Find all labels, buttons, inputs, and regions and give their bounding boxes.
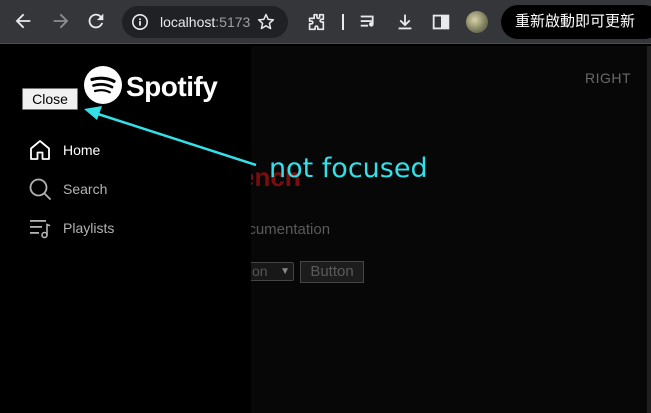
spotify-logo-icon — [84, 66, 122, 104]
right-panel-label: RIGHT — [585, 70, 632, 86]
sidebar-item-label: Home — [63, 142, 101, 158]
toolbar-separator — [342, 14, 344, 30]
relaunch-update-button[interactable]: 重新啟動即可更新 — [501, 5, 651, 39]
side-panel-icon[interactable] — [430, 11, 452, 33]
documentation-link[interactable]: ocumentation — [240, 221, 330, 238]
url-host: localhost — [160, 14, 216, 30]
browser-toolbar: localhost:5173 重新啟動即可更新 — [0, 0, 651, 44]
sidebar-drawer: Spotify Close Home Search Playlists — [2, 46, 251, 413]
close-button[interactable]: Close — [22, 88, 78, 110]
page-button[interactable]: Button — [300, 261, 364, 283]
annotation-label: not focused — [269, 153, 428, 184]
reload-icon[interactable] — [85, 10, 107, 32]
media-queue-icon[interactable] — [358, 11, 380, 33]
extensions-icon[interactable] — [305, 11, 327, 33]
spotify-logo-text: Spotify — [126, 71, 218, 102]
address-bar[interactable]: localhost:5173 — [122, 6, 288, 38]
sidebar-item-home[interactable]: Home — [28, 138, 228, 164]
playlists-icon — [30, 220, 51, 239]
profile-avatar-icon[interactable] — [466, 11, 488, 33]
sidebar-item-label: Search — [63, 181, 108, 197]
url-port: :5173 — [215, 14, 251, 30]
chevron-down-icon: ▼ — [280, 266, 290, 277]
sidebar-item-search[interactable]: Search — [28, 177, 228, 203]
url-text: localhost:5173 — [160, 14, 250, 30]
search-icon — [29, 178, 51, 200]
back-icon[interactable] — [12, 10, 34, 32]
sidebar-item-playlists[interactable]: Playlists — [28, 216, 228, 242]
site-info-icon[interactable] — [131, 13, 149, 31]
bookmark-star-icon[interactable] — [256, 12, 276, 32]
download-icon[interactable] — [394, 11, 416, 33]
forward-icon[interactable] — [50, 10, 72, 32]
sidebar-item-label: Playlists — [63, 220, 115, 236]
home-icon — [30, 140, 50, 160]
window-edge — [647, 46, 651, 413]
